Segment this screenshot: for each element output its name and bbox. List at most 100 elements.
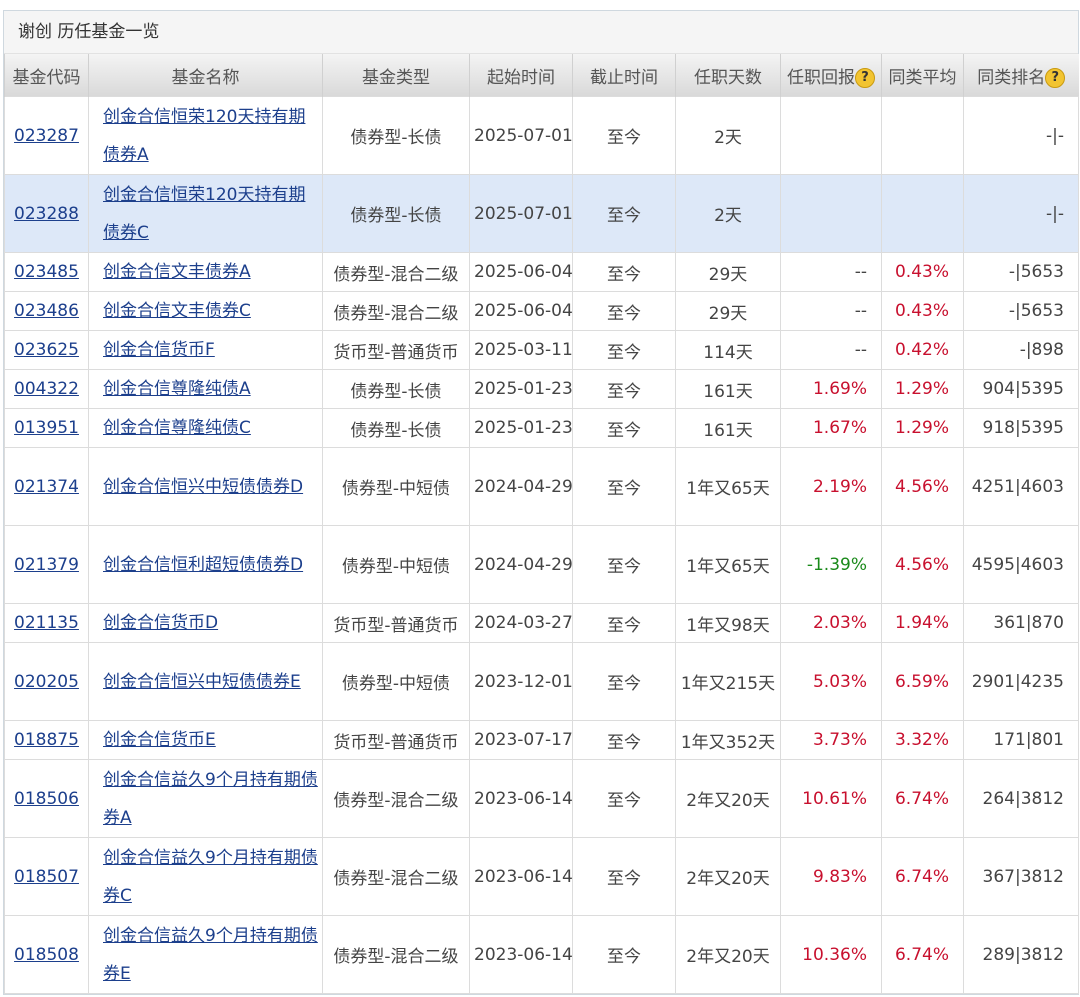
start-date: 2023-06-14 bbox=[469, 759, 573, 838]
fund-code-link[interactable]: 018875 bbox=[14, 730, 79, 750]
fund-code-cell: 004322 bbox=[4, 369, 89, 409]
category-average: 1.94% bbox=[881, 603, 964, 643]
tenure-days: 1年又98天 bbox=[675, 603, 781, 643]
fund-code-link[interactable]: 013951 bbox=[14, 418, 79, 438]
fund-code-link[interactable]: 004322 bbox=[14, 379, 79, 399]
table-row: 021379 创金合信恒利超短债债券D 债券型-中短债 2024-04-29 至今 1年又… bbox=[4, 525, 1079, 604]
fund-code-cell: 013951 bbox=[4, 408, 89, 448]
tenure-days: 29天 bbox=[675, 252, 781, 292]
fund-name-link[interactable]: 创金合信文丰债券C bbox=[103, 301, 251, 321]
fund-code-link[interactable]: 021379 bbox=[14, 555, 79, 575]
fund-code-link[interactable]: 023625 bbox=[14, 340, 79, 360]
fund-code-link[interactable]: 021374 bbox=[14, 477, 79, 497]
fund-name-link[interactable]: 创金合信恒荣120天持有期债券C bbox=[103, 185, 305, 243]
fund-code-link[interactable]: 023485 bbox=[14, 262, 79, 282]
fund-name-cell: 创金合信货币E bbox=[88, 720, 323, 760]
fund-name-link[interactable]: 创金合信货币D bbox=[103, 613, 218, 633]
fund-name-cell: 创金合信恒兴中短债债券E bbox=[88, 642, 323, 721]
panel-title: 谢创 历任基金一览 bbox=[4, 11, 1078, 54]
fund-name-cell: 创金合信恒荣120天持有期债券C bbox=[88, 174, 323, 253]
fund-name-link[interactable]: 创金合信益久9个月持有期债券C bbox=[103, 848, 318, 906]
table-row: 023486 创金合信文丰债券C 债券型-混合二级 2025-06-04 至今 29天 --… bbox=[4, 291, 1079, 331]
fund-name-link[interactable]: 创金合信益久9个月持有期债券A bbox=[103, 770, 318, 828]
fund-name-link[interactable]: 创金合信文丰债券A bbox=[103, 262, 251, 282]
tenure-days: 2年又20天 bbox=[675, 759, 781, 838]
category-average bbox=[881, 96, 964, 175]
fund-name-link[interactable]: 创金合信恒荣120天持有期债券A bbox=[103, 107, 305, 165]
header-days[interactable]: 任职天数 bbox=[675, 54, 781, 97]
fund-type: 债券型-长债 bbox=[322, 408, 470, 448]
category-rank: 4251|4603 bbox=[963, 447, 1079, 526]
fund-name-link[interactable]: 创金合信尊隆纯债A bbox=[103, 379, 251, 399]
fund-code-cell: 023287 bbox=[4, 96, 89, 175]
fund-code-link[interactable]: 018507 bbox=[14, 867, 79, 887]
fund-code-cell: 018508 bbox=[4, 915, 89, 994]
category-average: 0.43% bbox=[881, 252, 964, 292]
category-average: 1.29% bbox=[881, 408, 964, 448]
header-end[interactable]: 截止时间 bbox=[572, 54, 676, 97]
fund-type: 债券型-中短债 bbox=[322, 642, 470, 721]
fund-name-link[interactable]: 创金合信货币F bbox=[103, 340, 215, 360]
tenure-return: -- bbox=[780, 291, 882, 331]
end-date: 至今 bbox=[572, 252, 676, 292]
start-date: 2025-07-01 bbox=[469, 174, 573, 253]
fund-name-link[interactable]: 创金合信恒利超短债债券D bbox=[103, 555, 303, 575]
category-average: 1.29% bbox=[881, 369, 964, 409]
fund-code-link[interactable]: 023486 bbox=[14, 301, 79, 321]
fund-name-link[interactable]: 创金合信恒兴中短债债券E bbox=[103, 672, 301, 692]
end-date: 至今 bbox=[572, 642, 676, 721]
fund-name-cell: 创金合信恒兴中短债债券D bbox=[88, 447, 323, 526]
header-start[interactable]: 起始时间 bbox=[469, 54, 573, 97]
fund-name-cell: 创金合信益久9个月持有期债券C bbox=[88, 837, 323, 916]
fund-code-link[interactable]: 018508 bbox=[14, 945, 79, 965]
category-average: 4.56% bbox=[881, 447, 964, 526]
fund-code-cell: 023485 bbox=[4, 252, 89, 292]
end-date: 至今 bbox=[572, 369, 676, 409]
fund-name-cell: 创金合信尊隆纯债C bbox=[88, 408, 323, 448]
header-type[interactable]: 基金类型 bbox=[322, 54, 470, 97]
fund-code-cell: 018875 bbox=[4, 720, 89, 760]
tenure-return: -- bbox=[780, 330, 882, 370]
header-rank[interactable]: 同类排名? bbox=[963, 54, 1079, 97]
category-average: 6.74% bbox=[881, 915, 964, 994]
tenure-days: 2天 bbox=[675, 174, 781, 253]
end-date: 至今 bbox=[572, 525, 676, 604]
fund-name-cell: 创金合信尊隆纯债A bbox=[88, 369, 323, 409]
start-date: 2023-12-01 bbox=[469, 642, 573, 721]
fund-name-link[interactable]: 创金合信货币E bbox=[103, 730, 216, 750]
fund-code-link[interactable]: 020205 bbox=[14, 672, 79, 692]
header-code[interactable]: 基金代码 bbox=[4, 54, 89, 97]
fund-name-cell: 创金合信益久9个月持有期债券A bbox=[88, 759, 323, 838]
end-date: 至今 bbox=[572, 174, 676, 253]
tenure-return bbox=[780, 174, 882, 253]
tenure-days: 2年又20天 bbox=[675, 915, 781, 994]
start-date: 2025-06-04 bbox=[469, 291, 573, 331]
fund-code-cell: 023486 bbox=[4, 291, 89, 331]
end-date: 至今 bbox=[572, 408, 676, 448]
fund-type: 债券型-长债 bbox=[322, 174, 470, 253]
fund-code-link[interactable]: 023287 bbox=[14, 126, 79, 146]
fund-code-link[interactable]: 021135 bbox=[14, 613, 79, 633]
table-row: 018508 创金合信益久9个月持有期债券E 债券型-混合二级 2023-06-14 至… bbox=[4, 915, 1079, 994]
start-date: 2023-06-14 bbox=[469, 915, 573, 994]
header-name[interactable]: 基金名称 bbox=[88, 54, 323, 97]
header-return[interactable]: 任职回报? bbox=[780, 54, 882, 97]
fund-code-link[interactable]: 023288 bbox=[14, 204, 79, 224]
fund-name-cell: 创金合信恒利超短债债券D bbox=[88, 525, 323, 604]
help-icon[interactable]: ? bbox=[855, 67, 875, 88]
start-date: 2025-01-23 bbox=[469, 408, 573, 448]
help-icon[interactable]: ? bbox=[1045, 67, 1066, 88]
fund-name-link[interactable]: 创金合信益久9个月持有期债券E bbox=[103, 926, 318, 984]
fund-name-cell: 创金合信恒荣120天持有期债券A bbox=[88, 96, 323, 175]
fund-name-cell: 创金合信益久9个月持有期债券E bbox=[88, 915, 323, 994]
table-row: 023625 创金合信货币F 货币型-普通货币 2025-03-11 至今 114天 -- 0… bbox=[4, 330, 1079, 370]
tenure-return: 1.69% bbox=[780, 369, 882, 409]
header-average[interactable]: 同类平均 bbox=[881, 54, 964, 97]
fund-name-link[interactable]: 创金合信尊隆纯债C bbox=[103, 418, 251, 438]
start-date: 2024-04-29 bbox=[469, 525, 573, 604]
fund-name-link[interactable]: 创金合信恒兴中短债债券D bbox=[103, 477, 303, 497]
fund-code-link[interactable]: 018506 bbox=[14, 789, 79, 809]
table-row: 020205 创金合信恒兴中短债债券E 债券型-中短债 2023-12-01 至今 1年又… bbox=[4, 642, 1079, 721]
fund-code-cell: 021379 bbox=[4, 525, 89, 604]
category-rank: -|- bbox=[963, 174, 1079, 253]
